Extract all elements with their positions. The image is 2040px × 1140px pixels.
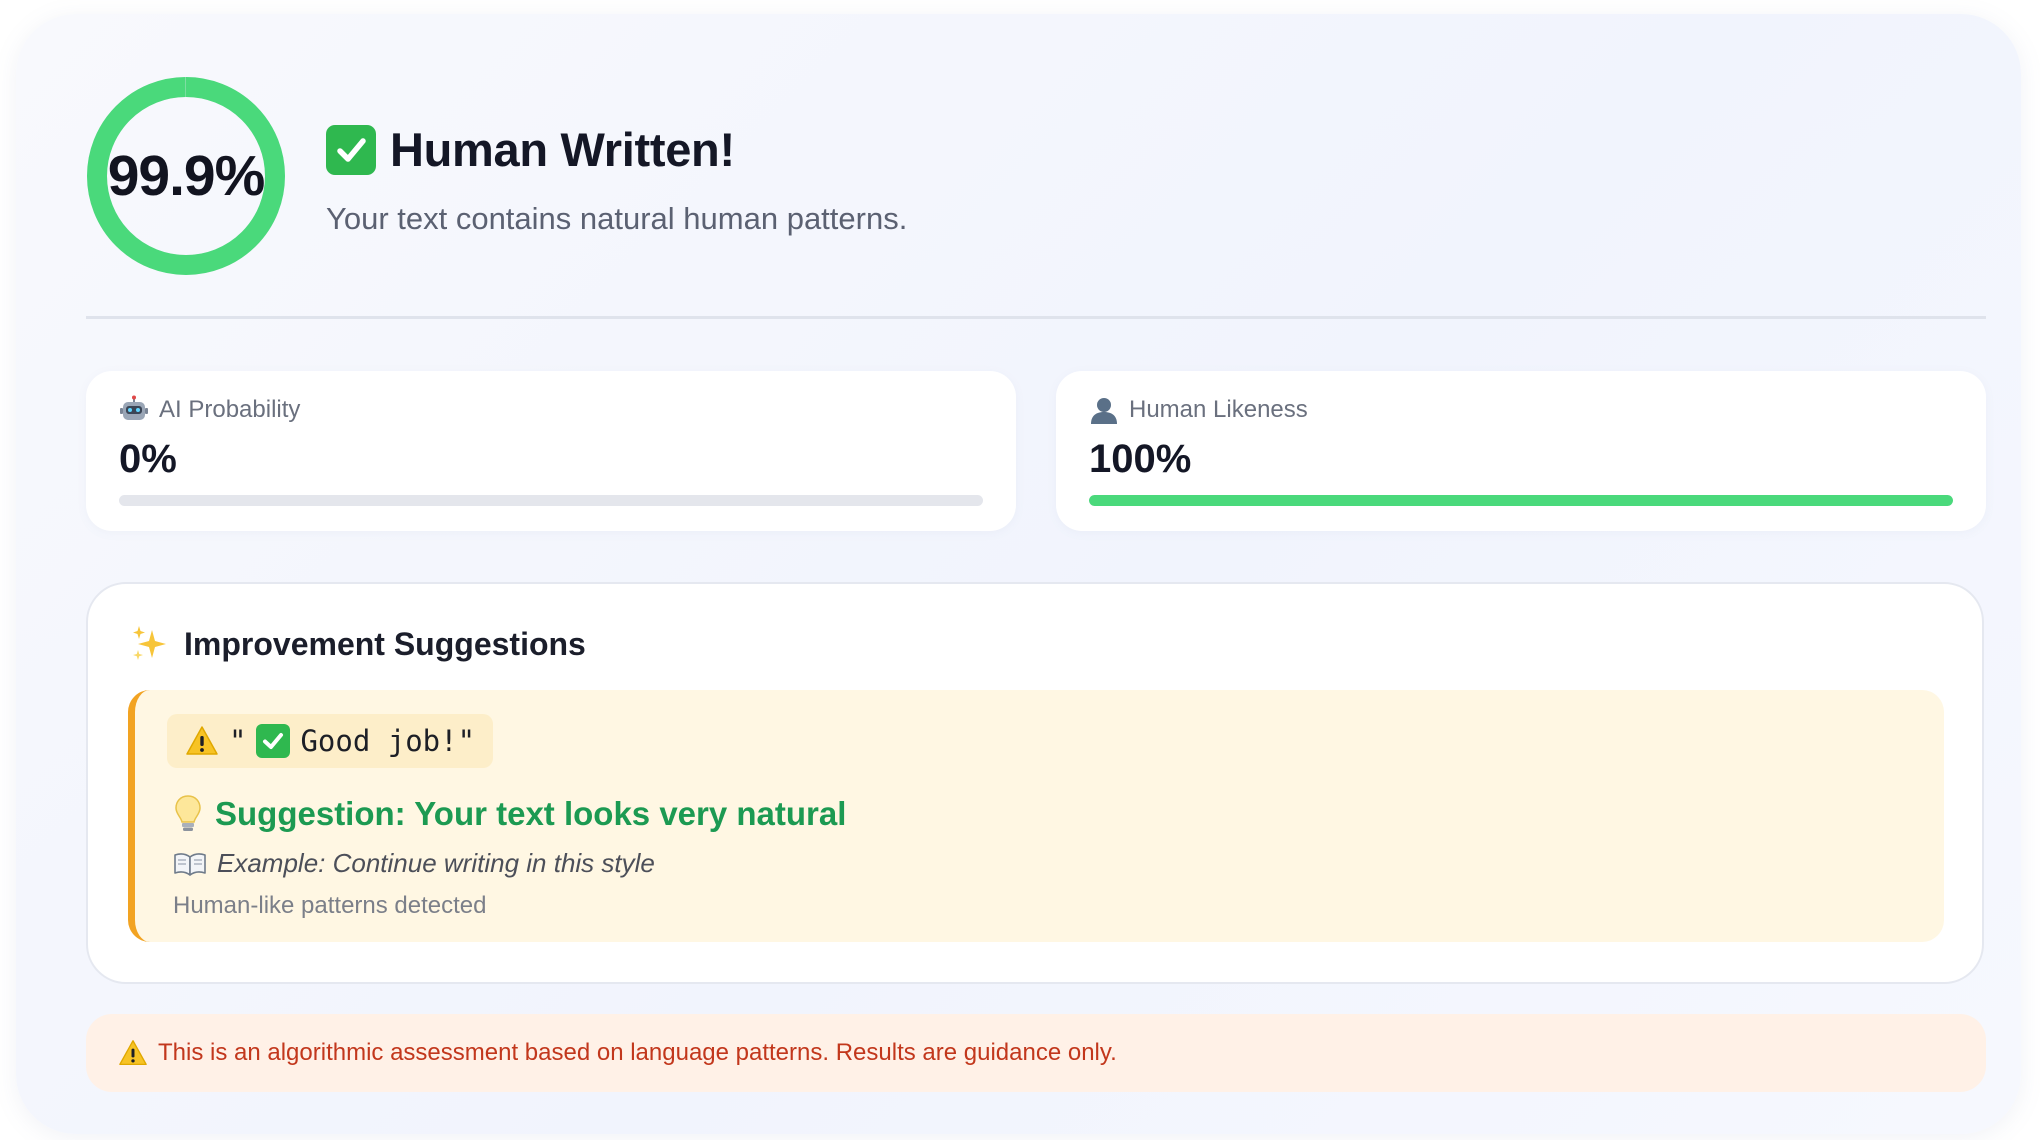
verdict-subtitle: Your text contains natural human pattern… xyxy=(326,201,908,236)
suggestion-text: Suggestion: Your text looks very natural xyxy=(215,795,847,832)
disclaimer-text: This is an algorithmic assessment based … xyxy=(158,1039,1117,1066)
warning-icon xyxy=(118,1039,148,1067)
check-mark-icon xyxy=(326,124,376,175)
verdict-heading: Human Written! xyxy=(390,123,735,176)
human-likeness-card: Human Likeness 100% xyxy=(1056,371,1986,531)
ai-probability-label-row: AI Probability xyxy=(119,395,300,425)
score-value: 99.9% xyxy=(107,144,266,208)
ai-probability-bar xyxy=(119,495,983,506)
suggestion-item: " Good job!" Suggestion: Your text looks… xyxy=(128,690,1944,942)
header-divider xyxy=(86,316,1986,319)
human-likeness-label-row: Human Likeness xyxy=(1089,395,1308,425)
suggestion-line: Suggestion: Your text looks very natural xyxy=(173,794,846,834)
ai-probability-label: AI Probability xyxy=(159,396,301,423)
suggestions-header: Improvement Suggestions xyxy=(130,624,586,664)
example-line: Example: Continue writing in this style xyxy=(173,848,655,879)
disclaimer-banner: This is an algorithmic assessment based … xyxy=(86,1014,1986,1092)
warning-icon xyxy=(185,725,219,757)
user-silhouette-icon xyxy=(1089,395,1119,425)
flagged-quote: " Good job!" xyxy=(167,714,494,768)
example-text: Example: Continue writing in this style xyxy=(217,848,655,878)
flagged-quote-text: Good job!" xyxy=(300,724,476,758)
verdict: Human Written! Your text contains natura… xyxy=(326,122,907,237)
results-panel: 99.9% Human Written! Your text contains … xyxy=(16,14,2021,1134)
human-likeness-bar xyxy=(1089,495,1953,506)
check-mark-icon xyxy=(256,724,291,758)
verdict-title: Human Written! xyxy=(326,122,907,177)
improvement-suggestions-card: Improvement Suggestions " Good job!" Sug… xyxy=(86,582,1984,984)
robot-icon xyxy=(119,395,149,425)
suggestion-note: Human-like patterns detected xyxy=(173,892,487,919)
ai-probability-card: AI Probability 0% xyxy=(86,371,1016,531)
suggestions-title: Improvement Suggestions xyxy=(184,625,586,662)
ai-probability-value: 0% xyxy=(119,437,177,481)
human-likeness-label: Human Likeness xyxy=(1129,396,1308,423)
sparkles-icon xyxy=(130,624,170,664)
flagged-quote-open: " xyxy=(229,724,247,758)
human-likeness-value: 100% xyxy=(1089,437,1192,481)
score-ring: 99.9% xyxy=(86,76,286,276)
light-bulb-icon xyxy=(173,794,203,834)
human-likeness-bar-fill xyxy=(1089,495,1953,506)
open-book-icon xyxy=(173,851,207,877)
